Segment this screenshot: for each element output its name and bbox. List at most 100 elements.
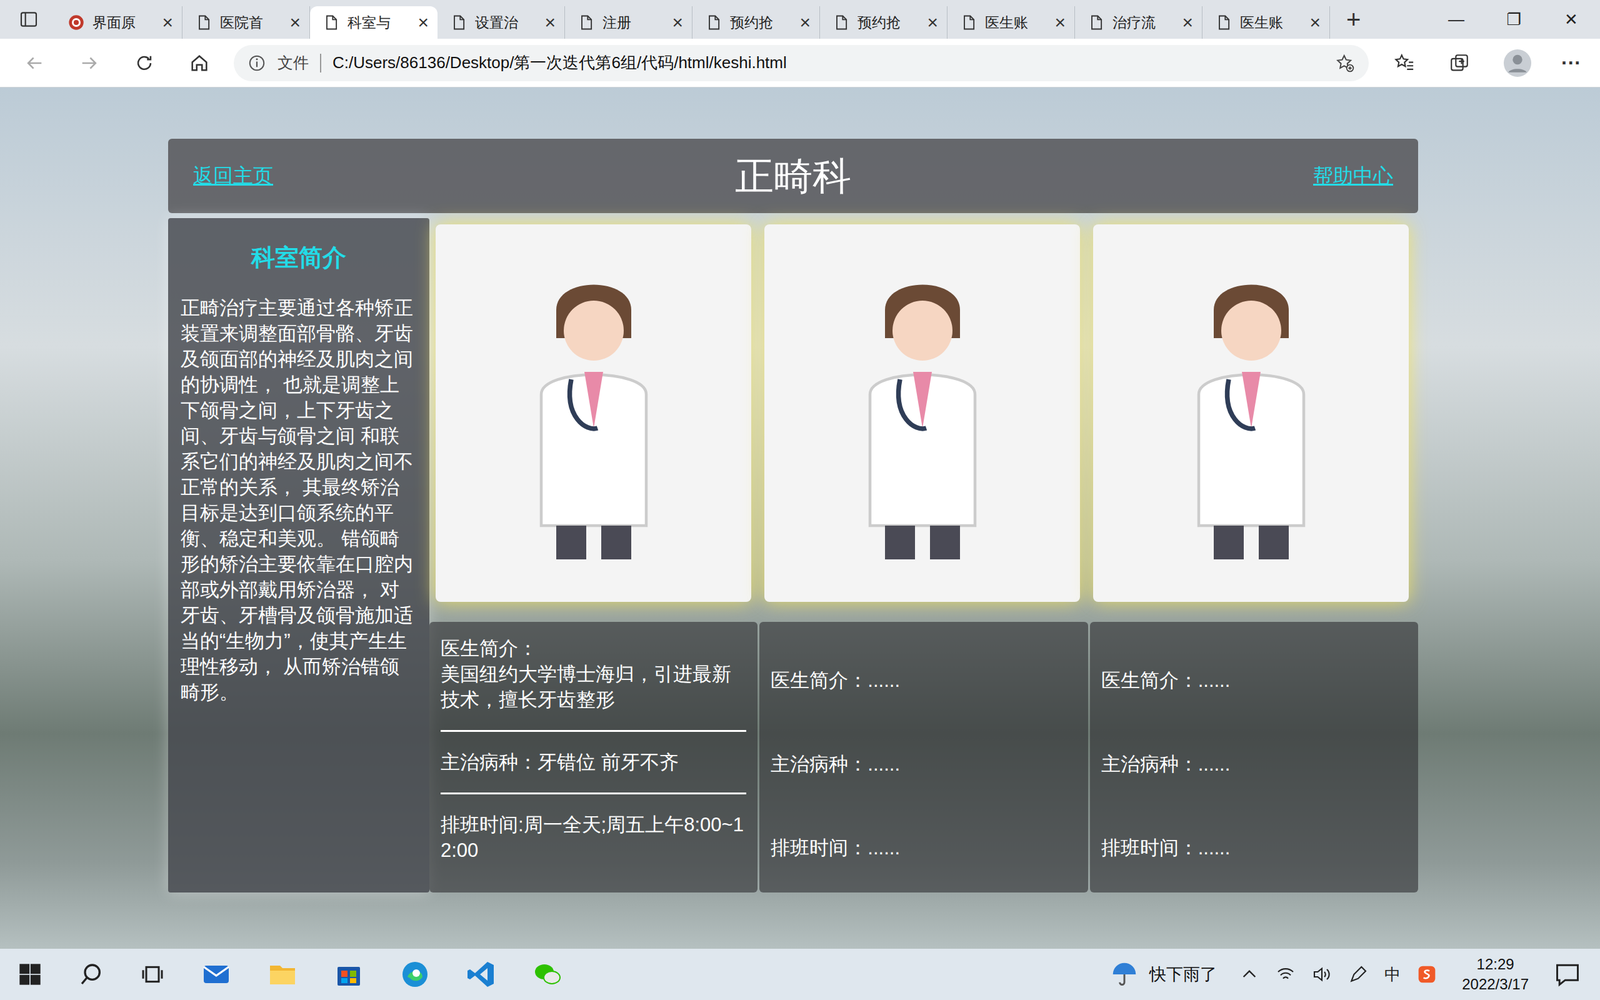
document-icon bbox=[1087, 13, 1105, 32]
add-favorite-icon[interactable] bbox=[1335, 53, 1355, 74]
document-icon bbox=[450, 13, 468, 32]
window-control-button[interactable]: — bbox=[1427, 0, 1485, 39]
forward-arrow-icon[interactable] bbox=[78, 52, 100, 74]
tab-label: 设置治 bbox=[475, 13, 537, 33]
doctor-picture bbox=[1093, 224, 1409, 602]
doctor-schedule: 排班时间：...... bbox=[1101, 835, 1407, 861]
windows-start-icon[interactable] bbox=[17, 961, 43, 987]
doctor-illustration-icon bbox=[828, 263, 1017, 564]
screen: 界面原×医院首×科室与×设置治×注册×预约抢×预约抢×医生账×治疗流×医生账×+… bbox=[0, 0, 1600, 1000]
hospital-logo-icon bbox=[67, 13, 85, 32]
vscode-icon[interactable] bbox=[466, 959, 497, 990]
browser-tab[interactable]: 医生账 × bbox=[947, 6, 1075, 39]
tab-close-button[interactable]: × bbox=[417, 11, 429, 34]
profile-avatar-icon[interactable] bbox=[1503, 49, 1532, 77]
tab-close-button[interactable]: × bbox=[544, 11, 556, 34]
wechat-icon[interactable] bbox=[532, 959, 563, 990]
browser-tab[interactable]: 预约抢 × bbox=[692, 6, 820, 39]
tab-label: 预约抢 bbox=[730, 13, 792, 33]
store-icon[interactable] bbox=[333, 959, 364, 990]
page-container: 返回主页正畸科帮助中心科室简介正畸治疗主要通过各种矫正装置来调整面部骨骼、牙齿及… bbox=[168, 138, 1419, 893]
browser-tab[interactable]: 预约抢 × bbox=[820, 6, 948, 39]
tab-label: 科室与 bbox=[347, 13, 410, 33]
doctor-card: 医生简介：...... 主治病种：...... 排班时间：...... bbox=[1090, 621, 1419, 893]
divider bbox=[440, 792, 747, 795]
tab-close-button[interactable]: × bbox=[289, 11, 301, 34]
doctor-illustration-icon bbox=[1157, 263, 1345, 564]
url-scheme: 文件 bbox=[277, 52, 309, 74]
favorites-icon[interactable] bbox=[1393, 52, 1415, 74]
browser-tab[interactable]: 设置治 × bbox=[437, 6, 565, 39]
doctor-intro: 医生简介：...... bbox=[770, 667, 1077, 694]
browser-tab[interactable]: 医生账× bbox=[1202, 6, 1330, 39]
volume-icon[interactable] bbox=[1311, 964, 1332, 985]
window-control-button[interactable]: ❐ bbox=[1485, 0, 1543, 39]
document-icon bbox=[195, 13, 213, 32]
document-icon bbox=[322, 13, 340, 32]
browser-tab[interactable]: 注册 × bbox=[565, 6, 693, 39]
info-icon[interactable] bbox=[247, 53, 267, 73]
doctor-disease: 主治病种：牙错位 前牙不齐 bbox=[440, 749, 747, 775]
notification-icon[interactable] bbox=[1553, 960, 1582, 989]
doctor-disease: 主治病种：...... bbox=[1101, 751, 1407, 777]
chevron-up-icon[interactable] bbox=[1239, 964, 1260, 985]
clock-date: 2022/3/17 bbox=[1461, 974, 1529, 995]
search-icon[interactable] bbox=[78, 961, 104, 987]
doctors-area: 医生简介： 美国纽约大学博士海归，引进最新技术，擅长牙齿整形主治病种：牙错位 前… bbox=[429, 218, 1419, 893]
back-arrow-icon[interactable] bbox=[23, 52, 45, 74]
browser-tab[interactable]: 科室与 × bbox=[310, 6, 438, 39]
browser-tab[interactable]: 治疗流 × bbox=[1075, 6, 1203, 39]
clock[interactable]: 12:292022/3/17 bbox=[1461, 954, 1529, 995]
edge-browser-icon[interactable] bbox=[400, 959, 430, 990]
home-icon[interactable] bbox=[188, 52, 210, 74]
more-menu-button[interactable]: ··· bbox=[1561, 51, 1582, 75]
doctor-disease: 主治病种：...... bbox=[770, 751, 1077, 777]
tab-close-button[interactable]: × bbox=[161, 11, 174, 34]
tab-close-button[interactable]: × bbox=[926, 11, 939, 34]
department-intro: 科室简介正畸治疗主要通过各种矫正装置来调整面部骨骼、牙齿及颌面部的神经及肌肉之间… bbox=[168, 218, 430, 893]
tab-label: 预约抢 bbox=[857, 13, 920, 33]
doctor-picture bbox=[764, 224, 1080, 602]
browser-tab[interactable]: 医院首 × bbox=[182, 6, 310, 39]
document-icon bbox=[960, 13, 978, 32]
umbrella-weather-icon[interactable] bbox=[1110, 960, 1139, 989]
clock-time: 12:29 bbox=[1476, 954, 1515, 975]
address-bar: 文件C:/Users/86136/Desktop/第一次迭代第6组/代码/htm… bbox=[0, 38, 1600, 88]
department-intro-title: 科室简介 bbox=[180, 241, 417, 274]
reload-icon[interactable] bbox=[133, 52, 155, 74]
input-method-indicator[interactable]: 中 bbox=[1384, 963, 1401, 986]
network-icon[interactable] bbox=[1275, 964, 1296, 985]
doctor-intro: 医生简介：...... bbox=[1101, 667, 1407, 694]
doctor-schedule: 排班时间:周一全天;周五上午8:00~12:00 bbox=[440, 811, 747, 864]
document-icon bbox=[577, 13, 595, 32]
task-view-icon[interactable] bbox=[140, 961, 165, 987]
url-field[interactable]: 文件C:/Users/86136/Desktop/第一次迭代第6组/代码/htm… bbox=[233, 45, 1369, 82]
pen-icon[interactable] bbox=[1348, 964, 1369, 985]
page-background: 返回主页正畸科帮助中心科室简介正畸治疗主要通过各种矫正装置来调整面部骨骼、牙齿及… bbox=[0, 87, 1600, 949]
doctor-images bbox=[429, 218, 1419, 602]
doctor-card: 医生简介： 美国纽约大学博士海归，引进最新技术，擅长牙齿整形主治病种：牙错位 前… bbox=[429, 621, 758, 893]
tab-close-button[interactable]: × bbox=[799, 11, 811, 34]
mail-icon[interactable] bbox=[201, 959, 232, 990]
weather-text[interactable]: 快下雨了 bbox=[1149, 963, 1217, 986]
tab-label: 注册 bbox=[602, 13, 665, 33]
collections-icon[interactable] bbox=[1448, 52, 1470, 74]
tab-close-button[interactable]: × bbox=[1054, 11, 1066, 34]
file-explorer-icon[interactable] bbox=[267, 959, 298, 990]
browser-tab[interactable]: 界面原× bbox=[55, 6, 183, 39]
doctor-schedule: 排班时间：...... bbox=[770, 835, 1077, 861]
new-tab-button[interactable]: + bbox=[1346, 5, 1361, 34]
tab-label: 医生账 bbox=[985, 13, 1047, 33]
back-home-link[interactable]: 返回主页 bbox=[193, 162, 274, 190]
tab-close-button[interactable]: × bbox=[671, 11, 684, 34]
help-center-link[interactable]: 帮助中心 bbox=[1313, 162, 1394, 190]
document-icon bbox=[832, 13, 850, 32]
department-intro-text: 正畸治疗主要通过各种矫正装置来调整面部骨骼、牙齿及颌面部的神经及肌肉之间的协调性… bbox=[180, 295, 417, 705]
tab-label: 治疗流 bbox=[1112, 13, 1175, 33]
sogou-input-icon[interactable] bbox=[1416, 964, 1437, 985]
tab-label: 医院首 bbox=[220, 13, 282, 33]
tab-close-button[interactable]: × bbox=[1181, 11, 1194, 34]
window-control-button[interactable]: ✕ bbox=[1542, 0, 1600, 39]
tab-actions-icon[interactable] bbox=[18, 9, 39, 30]
tab-close-button[interactable]: × bbox=[1309, 11, 1321, 34]
